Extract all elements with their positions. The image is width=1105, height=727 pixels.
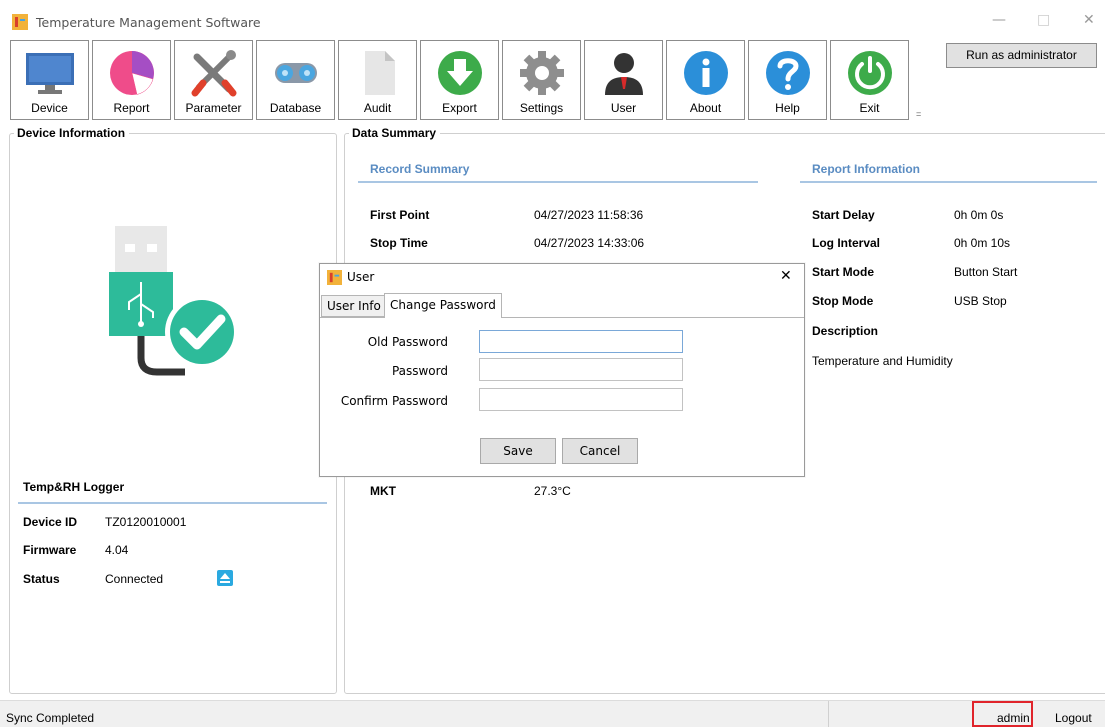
eject-icon[interactable] (217, 570, 233, 586)
record-summary-divider (358, 181, 758, 183)
device-button[interactable]: Device (10, 40, 89, 120)
sync-status: Sync Completed (6, 711, 95, 725)
audit-button[interactable]: Audit (338, 40, 417, 120)
status-separator (828, 701, 829, 727)
title-bar: Temperature Management Software — □ ✕ (0, 0, 1105, 40)
logger-title: Temp&RH Logger (23, 480, 125, 494)
parameter-button[interactable]: Parameter (174, 40, 253, 120)
pie-chart-icon (110, 51, 154, 95)
maximize-button[interactable]: □ (1037, 12, 1050, 28)
app-logo-icon (12, 14, 28, 30)
cancel-button[interactable]: Cancel (562, 438, 638, 464)
status-bar: Sync Completed admin Logout (0, 700, 1105, 727)
logger-divider (18, 502, 327, 504)
dialog-close-button[interactable]: ✕ (780, 268, 792, 284)
tools-icon (191, 50, 237, 97)
user-button[interactable]: User (584, 40, 663, 120)
device-id-value: TZ0120010001 (105, 515, 187, 529)
user-button-label: User (610, 101, 637, 115)
start-mode-value: Button Start (954, 265, 1018, 279)
exit-button-label: Exit (859, 101, 880, 115)
description-label: Description (812, 324, 879, 338)
stop-mode-label: Stop Mode (812, 294, 874, 308)
export-icon (438, 51, 482, 95)
settings-button[interactable]: Settings (502, 40, 581, 120)
close-button[interactable]: ✕ (1083, 12, 1095, 28)
document-icon (365, 51, 395, 95)
gear-icon (520, 51, 564, 95)
minimize-button[interactable]: — (992, 12, 1006, 28)
log-interval-label: Log Interval (812, 236, 881, 250)
confirm-password-input[interactable] (479, 388, 683, 411)
help-button[interactable]: Help (748, 40, 827, 120)
export-button[interactable]: Export (420, 40, 499, 120)
report-button-label: Report (113, 101, 150, 115)
audit-button-label: Audit (363, 101, 392, 115)
report-information-divider (800, 181, 1097, 183)
log-interval-value: 0h 0m 10s (954, 236, 1011, 250)
monitor-icon (26, 53, 74, 94)
stop-mode-value: USB Stop (954, 294, 1007, 308)
old-password-input[interactable] (479, 330, 683, 353)
stop-time-value: 04/27/2023 14:33:06 (534, 236, 645, 250)
status-label: Status (23, 572, 60, 586)
confirm-password-label: Confirm Password (340, 394, 448, 408)
user-icon (605, 53, 643, 95)
power-icon (848, 51, 892, 95)
device-information-title: Device Information (14, 126, 130, 140)
logout-link[interactable]: Logout (1055, 711, 1092, 725)
dialog-logo-icon (327, 270, 342, 285)
info-icon (684, 51, 728, 95)
start-delay-value: 0h 0m 0s (954, 208, 1004, 222)
data-summary-title: Data Summary (349, 126, 441, 140)
status-value: Connected (105, 572, 164, 586)
database-button-label: Database (269, 101, 322, 115)
about-button[interactable]: About (666, 40, 745, 120)
user-dialog: User ✕ User Info Change Password Old Pas… (319, 263, 805, 477)
firmware-label: Firmware (23, 543, 77, 557)
stop-time-label: Stop Time (370, 236, 428, 250)
first-point-label: First Point (370, 208, 430, 222)
first-point-value: 04/27/2023 11:58:36 (534, 208, 644, 222)
report-information-title: Report Information (812, 162, 920, 176)
mkt-value: 27.3°C (534, 484, 571, 498)
export-button-label: Export (442, 101, 477, 115)
password-input[interactable] (479, 358, 683, 381)
report-button[interactable]: Report (92, 40, 171, 120)
password-label: Password (391, 364, 448, 378)
run-as-administrator-button[interactable]: Run as administrator (946, 43, 1097, 68)
tab-user-info[interactable]: User Info (321, 295, 387, 317)
device-id-label: Device ID (23, 515, 78, 529)
device-information-panel: Device Information Temp&RH Logger Device… (9, 126, 337, 694)
device-button-label: Device (31, 101, 68, 115)
current-user-link[interactable]: admin (997, 711, 1030, 725)
save-button[interactable]: Save (480, 438, 556, 464)
help-button-label: Help (775, 101, 800, 115)
toolbar-overflow-icon[interactable]: = (916, 109, 921, 119)
description-value: Temperature and Humidity (812, 354, 953, 368)
old-password-label: Old Password (367, 335, 448, 349)
about-button-label: About (689, 101, 722, 115)
start-mode-label: Start Mode (812, 265, 875, 279)
help-icon (766, 51, 810, 95)
record-summary-title: Record Summary (370, 162, 470, 176)
start-delay-label: Start Delay (812, 208, 875, 222)
database-button[interactable]: Database (256, 40, 335, 120)
dialog-title: User (347, 270, 375, 284)
exit-button[interactable]: Exit (830, 40, 909, 120)
usb-connected-icon (109, 226, 239, 376)
settings-button-label: Settings (519, 101, 564, 115)
mkt-label: MKT (370, 484, 396, 498)
parameter-button-label: Parameter (185, 101, 242, 115)
binoculars-icon (275, 63, 317, 83)
firmware-value: 4.04 (105, 543, 129, 557)
tab-change-password[interactable]: Change Password (384, 293, 502, 318)
window-title: Temperature Management Software (36, 15, 261, 30)
